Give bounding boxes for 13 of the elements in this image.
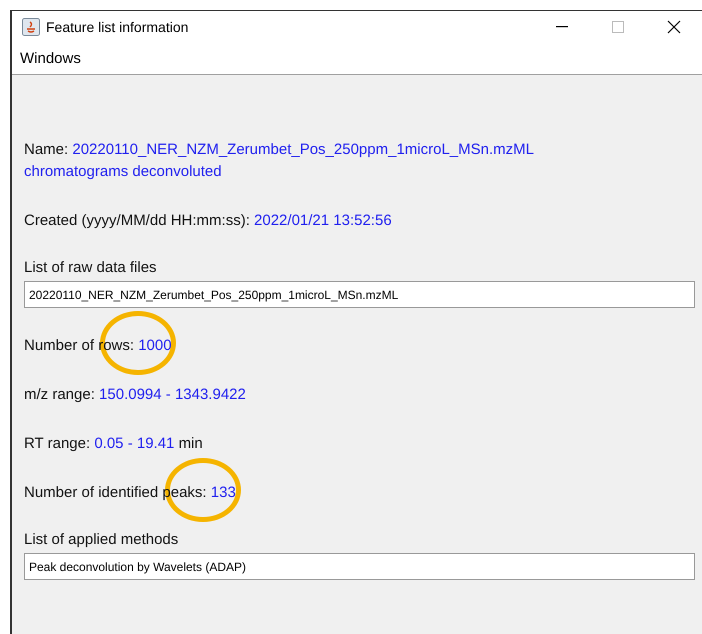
list-field[interactable]: Peak deconvolution by Wavelets (ADAP) xyxy=(24,553,695,580)
app-icon xyxy=(22,18,40,36)
list-field[interactable]: 20220110_NER_NZM_Zerumbet_Pos_250ppm_1microL_MSn.mzML xyxy=(24,281,695,308)
info-text: RT range: 0.05 - 19.41 min xyxy=(24,434,204,454)
menu-item[interactable]: Windows xyxy=(18,50,83,66)
list-label: List of applied methods xyxy=(24,531,180,549)
minimize-icon[interactable] xyxy=(556,26,568,28)
info-text: Name: 20220110_NER_NZM_Zerumbet_Pos_250ppm_1microL_MSn.mzML chromatograms deconvoluted xyxy=(24,140,534,182)
info-text: Created (yyyy/MM/dd HH:mm:ss): 2022/01/21 13:52:56 xyxy=(24,211,393,231)
info-text: m/z range: 150.0994 - 1343.9422 xyxy=(24,385,247,405)
list-label: List of raw data files xyxy=(24,259,158,277)
close-icon[interactable] xyxy=(667,20,681,34)
window-title: Feature list information xyxy=(46,18,190,34)
